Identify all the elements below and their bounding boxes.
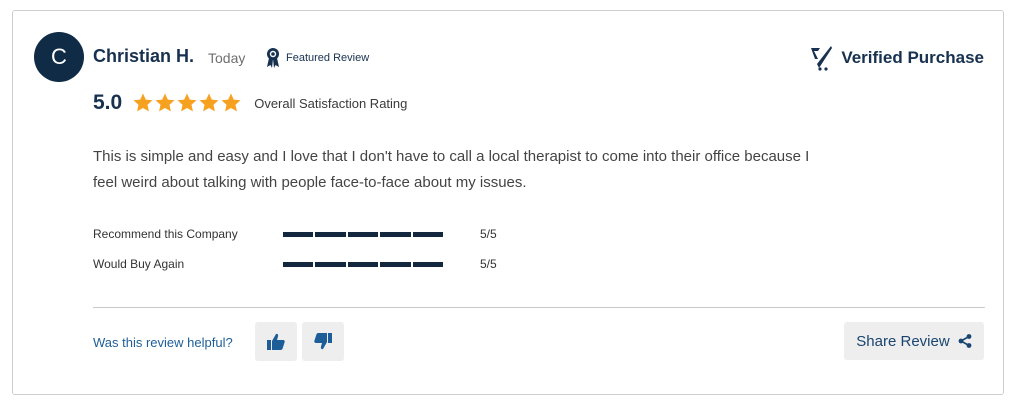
award-ribbon-icon	[267, 48, 279, 68]
share-icon	[958, 334, 972, 348]
avatar: C	[34, 32, 84, 82]
star-icon	[133, 93, 153, 112]
helpful-prompt: Was this review helpful?	[93, 335, 233, 350]
thumbs-up-icon	[267, 333, 285, 350]
verified-label: Verified Purchase	[841, 48, 984, 67]
metric-segment	[347, 231, 379, 237]
metric-value: 5/5	[480, 257, 497, 271]
star-icon	[199, 93, 219, 112]
review-date: Today	[208, 50, 246, 66]
helpful-no-button[interactable]	[302, 322, 344, 361]
metric-segment	[380, 231, 411, 237]
metric-segment	[315, 231, 346, 237]
rating-score: 5.0	[93, 91, 123, 114]
reviewer-name: Christian H.	[93, 46, 195, 66]
divider	[93, 307, 985, 308]
metric-segment	[315, 261, 346, 267]
review-text: This is simple and easy and I love that …	[93, 148, 810, 191]
metric-buy-again: Would Buy Again 5/5	[93, 257, 497, 271]
metric-segment	[380, 261, 411, 267]
share-label: Share Review	[856, 332, 950, 350]
star-icon	[155, 93, 175, 112]
thumbs-down-icon	[314, 333, 332, 350]
metric-segment	[347, 261, 379, 267]
metric-bar	[283, 231, 444, 237]
featured-badge: Featured Review	[265, 47, 369, 69]
metric-segment	[283, 231, 314, 237]
star-rating	[132, 92, 242, 114]
verified-purchase-badge: Verified Purchase	[809, 45, 984, 71]
metric-label: Would Buy Again	[93, 257, 185, 271]
rating-label: Overall Satisfaction Rating	[254, 95, 408, 111]
helpful-yes-button[interactable]	[255, 322, 297, 361]
metric-value: 5/5	[480, 227, 497, 241]
metric-label: Recommend this Company	[93, 227, 238, 241]
star-icon	[221, 93, 241, 112]
metric-segment	[412, 231, 444, 237]
share-review-button[interactable]: Share Review	[844, 322, 984, 360]
metric-recommend: Recommend this Company 5/5	[93, 227, 497, 241]
star-icon	[177, 93, 197, 112]
metric-segment	[283, 261, 314, 267]
metric-bar	[283, 261, 444, 267]
verified-check-icon	[811, 46, 833, 71]
rating-row: 5.0 Overall Satisfaction Rating	[93, 91, 407, 115]
metric-segment	[412, 261, 444, 267]
review-card: C Christian H. Today Featured Review Ver…	[12, 10, 1004, 395]
featured-label: Featured Review	[286, 52, 370, 64]
avatar-initial: C	[51, 44, 67, 69]
